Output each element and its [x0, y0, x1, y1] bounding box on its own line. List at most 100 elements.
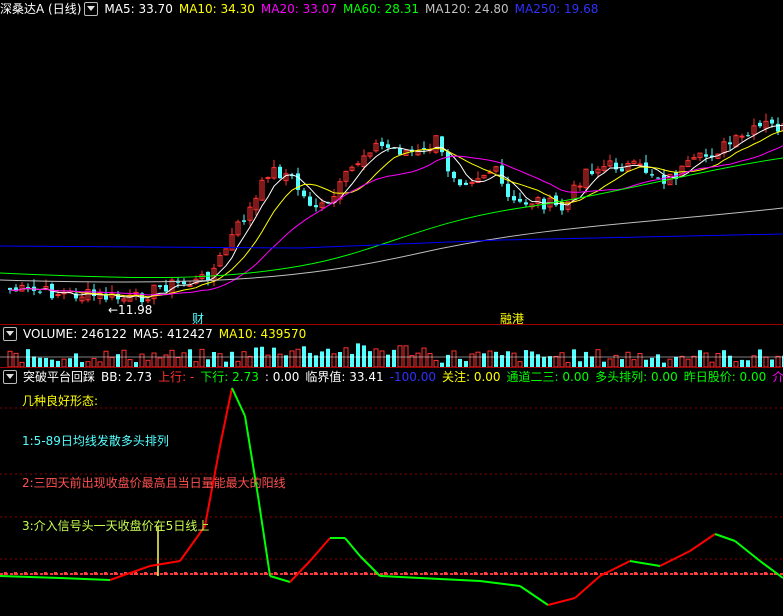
volume-panel: VOLUME: 246122 MA5: 412427 MA10: 439570 — [0, 325, 783, 367]
baseline-marker — [674, 572, 677, 575]
ma-legend-item-5: MA250: 19.68 — [514, 2, 599, 16]
baseline-marker — [624, 572, 627, 575]
baseline-marker — [164, 572, 167, 575]
baseline-marker — [504, 572, 507, 575]
volume-bar — [199, 348, 205, 367]
baseline-marker — [254, 572, 257, 575]
volume-bar — [763, 356, 769, 367]
baseline-marker — [734, 572, 737, 575]
volume-bar — [427, 353, 433, 367]
volume-bar — [74, 353, 78, 367]
baseline-marker — [474, 572, 477, 575]
volume-bar — [379, 350, 385, 367]
stock-title[interactable]: 深桑达A (日线) — [0, 2, 81, 16]
volume-bar — [206, 359, 210, 367]
bb-segment — [269, 575, 291, 583]
volume-bar — [116, 354, 120, 367]
candle-body — [770, 119, 774, 124]
volume-bar — [302, 346, 306, 367]
volume-bar — [61, 358, 67, 367]
candle-body — [704, 154, 708, 157]
candle-body — [739, 135, 745, 138]
ma-legend-item-2: MA20: 33.07 — [260, 2, 337, 16]
baseline-marker — [634, 572, 637, 575]
candle-body — [355, 163, 361, 166]
volume-bar — [32, 356, 36, 367]
volume-bar — [475, 351, 481, 367]
candle-body — [650, 174, 654, 176]
indicator-name[interactable]: 突破平台回踩 — [23, 370, 95, 384]
indicator-chart — [0, 387, 783, 606]
volume-bar — [103, 350, 109, 367]
volume-bar — [50, 359, 54, 367]
ma10-line — [9, 130, 783, 298]
volume-bar — [295, 348, 301, 367]
ind-legend-item-0: BB: 2.73 — [101, 370, 153, 384]
baseline-marker — [424, 572, 427, 575]
baseline-marker — [24, 572, 27, 575]
baseline-marker — [114, 572, 117, 575]
volume-bar — [548, 356, 552, 367]
volume-bar — [217, 353, 223, 367]
candle-body — [314, 205, 318, 208]
volume-bar — [494, 351, 498, 367]
candle-body — [452, 171, 456, 179]
ind-legend-item-7: 通道二三: 0.00 — [506, 370, 590, 384]
baseline-marker — [14, 572, 17, 575]
bb-segment — [149, 560, 181, 567]
dropdown-icon[interactable] — [3, 326, 17, 341]
baseline-marker — [524, 572, 527, 575]
baseline-marker — [464, 572, 467, 575]
indicator-panel: 突破平台回踩 BB: 2.73 上行: - 下行: 2.73: 0.00 临界值: 33… — [0, 368, 783, 616]
volume-bar — [715, 352, 721, 367]
volume-bar — [656, 354, 660, 367]
volume-bar — [368, 351, 372, 367]
candle-body — [524, 202, 528, 205]
bb-segment — [734, 540, 761, 562]
volume-bar — [487, 350, 493, 367]
dropdown-icon[interactable] — [3, 369, 17, 384]
volume-bar — [308, 352, 312, 367]
volume-bar — [698, 350, 702, 367]
volume-bar — [44, 357, 48, 367]
baseline-marker — [534, 572, 537, 575]
bb-segment — [629, 560, 661, 567]
candle-body — [26, 286, 30, 288]
vol-legend-item-2: MA10: 439570 — [218, 327, 307, 341]
volume-bar — [691, 355, 697, 367]
candle-body — [746, 135, 750, 137]
baseline-marker — [194, 572, 197, 575]
baseline-marker — [564, 572, 567, 575]
baseline-marker — [274, 572, 277, 575]
ind-legend-item-4: 临界值: 33.41 — [305, 370, 384, 384]
ind-legend-item-3: : 0.00 — [264, 370, 300, 384]
volume-bar — [181, 352, 187, 367]
candle-body — [278, 166, 282, 179]
dropdown-icon[interactable] — [84, 1, 99, 16]
baseline-marker — [84, 572, 87, 575]
volume-bar — [409, 355, 415, 367]
volume-bar — [145, 359, 151, 367]
volume-bar — [121, 349, 127, 367]
baseline-marker — [284, 572, 287, 575]
candle-body — [302, 190, 306, 197]
volume-bar — [674, 356, 678, 367]
notes-title: 几种良好形态: — [22, 394, 99, 408]
baseline-marker — [764, 572, 767, 575]
note-3: 3:介入信号头一天收盘价在5日线上 — [22, 519, 210, 533]
volume-bar — [350, 353, 354, 367]
baseline-marker — [494, 572, 497, 575]
bb-segment — [759, 560, 783, 579]
ind-legend: BB: 2.73 上行: - 下行: 2.73: 0.00 临界值: 33.41 -10… — [101, 370, 783, 384]
volume-bar — [415, 352, 421, 367]
bb-segment — [344, 537, 361, 557]
candle-body — [164, 285, 168, 292]
bb-segment — [519, 585, 549, 606]
candle-body — [398, 148, 402, 155]
volume-bar — [386, 354, 390, 367]
bb-segment — [0, 575, 61, 579]
ma20-line — [9, 145, 783, 296]
volume-bar — [331, 353, 337, 367]
volume-bar — [289, 350, 295, 367]
candle-body — [145, 299, 151, 302]
